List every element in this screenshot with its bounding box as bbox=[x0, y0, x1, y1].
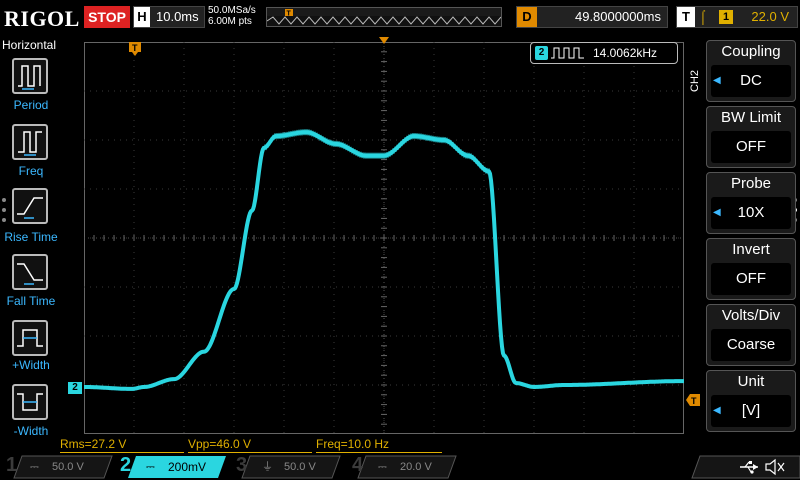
coupling-value[interactable]: ◀ DC bbox=[711, 65, 791, 97]
ch1-scale[interactable]: 50.0 V bbox=[52, 456, 84, 478]
unit-menu[interactable]: Unit ◀ [V] bbox=[706, 370, 796, 432]
speaker-muted-icon[interactable] bbox=[764, 457, 786, 477]
ch3-coupling-icon: ⏚ bbox=[262, 461, 273, 473]
measurement-vpp[interactable]: Vpp=46.0 V bbox=[188, 436, 312, 453]
ch2-scale[interactable]: 200mV bbox=[168, 456, 206, 478]
volts-div-value[interactable]: Coarse bbox=[711, 329, 791, 361]
measurement-bar: Rms=27.2 V Vpp=46.0 V Freq=10.0 Hz bbox=[60, 436, 444, 453]
fall-time-icon bbox=[17, 263, 43, 285]
measurement-freq[interactable]: Freq=10.0 Hz bbox=[316, 436, 442, 453]
ch2-ground-marker[interactable]: 2 bbox=[68, 382, 82, 394]
graticule bbox=[84, 42, 684, 434]
ch3-number[interactable]: 3 bbox=[236, 454, 247, 476]
coupling-menu[interactable]: Coupling ◀ DC bbox=[706, 40, 796, 102]
rise-time-button[interactable] bbox=[12, 188, 48, 224]
chevron-left-icon: ◀ bbox=[713, 405, 721, 416]
period-icon bbox=[18, 65, 41, 90]
channel-status-bar: 1 ⎓ 50.0 V 2 ⎓ 200mV 3 ⏚ 50.0 V 4 ⎓ 20.0… bbox=[0, 454, 800, 480]
menu-page-dots-left bbox=[2, 198, 6, 222]
memory-depth: 6.00M pts bbox=[208, 16, 252, 27]
menu-channel-tag: CH2 bbox=[689, 69, 701, 92]
trigger-type-label: T bbox=[677, 7, 695, 27]
measure-menu-title: Horizontal bbox=[2, 38, 57, 52]
frequency-counter: 2 14.0062kHz bbox=[530, 42, 678, 64]
counter-channel: 2 bbox=[535, 46, 548, 60]
measurement-rms[interactable]: Rms=27.2 V bbox=[60, 436, 184, 453]
svg-text:T: T bbox=[691, 396, 697, 406]
trigger-level: 22.0 V bbox=[751, 9, 789, 24]
trigger-source: 1 bbox=[719, 10, 733, 24]
ch2-number[interactable]: 2 bbox=[120, 454, 131, 476]
probe-value-text: 10X bbox=[737, 204, 765, 221]
ch2-coupling-icon: ⎓ bbox=[146, 461, 155, 473]
waveform-display[interactable] bbox=[84, 42, 684, 434]
center-marker-icon bbox=[379, 37, 389, 44]
neg-width-icon bbox=[17, 393, 43, 411]
trigger-time-marker-icon[interactable]: T bbox=[129, 42, 141, 56]
bw-limit-menu[interactable]: BW Limit OFF bbox=[706, 106, 796, 168]
bw-limit-title: BW Limit bbox=[721, 109, 781, 126]
ch3-scale[interactable]: 50.0 V bbox=[284, 456, 316, 478]
square-wave-icon bbox=[551, 47, 584, 59]
svg-text:T: T bbox=[132, 43, 138, 53]
rise-time-icon bbox=[17, 197, 43, 219]
unit-title: Unit bbox=[737, 373, 765, 390]
unit-value-text: [V] bbox=[741, 402, 761, 419]
trigger-info-display[interactable]: T ⌠ 1 22.0 V bbox=[676, 6, 798, 28]
delay-value: 49.8000000ms bbox=[574, 9, 661, 24]
memory-waveform-icon: T bbox=[266, 8, 502, 25]
ch4-number[interactable]: 4 bbox=[352, 454, 363, 476]
coupling-title: Coupling bbox=[721, 43, 781, 60]
rise-time-label: Rise Time bbox=[4, 230, 58, 244]
volts-div-title: Volts/Div bbox=[721, 307, 781, 324]
pos-width-icon bbox=[17, 329, 43, 347]
fall-time-button[interactable] bbox=[12, 254, 48, 290]
memory-overview-strip[interactable]: T bbox=[266, 7, 502, 27]
bw-limit-value[interactable]: OFF bbox=[711, 131, 791, 163]
invert-menu[interactable]: Invert OFF bbox=[706, 238, 796, 300]
period-label: Period bbox=[13, 98, 49, 112]
volts-div-menu[interactable]: Volts/Div Coarse bbox=[706, 304, 796, 366]
counter-value: 14.0062kHz bbox=[593, 46, 658, 60]
freq-icon bbox=[18, 131, 42, 156]
trigger-level-marker-icon[interactable]: T bbox=[686, 394, 700, 406]
ch4-coupling-icon: ⎓ bbox=[378, 461, 387, 473]
probe-title: Probe bbox=[730, 175, 772, 192]
acquisition-info: 50.0MSa/s 6.00M pts bbox=[208, 5, 256, 27]
usb-icon bbox=[740, 461, 758, 474]
chevron-left-icon: ◀ bbox=[713, 207, 721, 218]
probe-menu[interactable]: Probe ◀ 10X bbox=[706, 172, 796, 234]
delay-label: D bbox=[517, 7, 537, 27]
freq-button[interactable] bbox=[12, 124, 48, 160]
ch1-number[interactable]: 1 bbox=[6, 454, 17, 476]
unit-value[interactable]: ◀ [V] bbox=[711, 395, 791, 427]
timebase-label: H bbox=[134, 7, 150, 27]
invert-value[interactable]: OFF bbox=[711, 263, 791, 295]
sample-rate: 50.0MSa/s bbox=[208, 5, 256, 16]
invert-title: Invert bbox=[732, 241, 770, 258]
timebase-value: 10.0ms bbox=[156, 9, 199, 24]
bw-limit-value-text: OFF bbox=[736, 138, 766, 155]
trigger-delay-display[interactable]: D 49.8000000ms bbox=[516, 6, 668, 28]
fall-time-label: Fall Time bbox=[6, 294, 56, 308]
rising-edge-icon: ⌠ bbox=[699, 9, 707, 24]
coupling-value-text: DC bbox=[740, 72, 762, 89]
timebase-display[interactable]: H 10.0ms bbox=[133, 6, 205, 28]
neg-width-button[interactable] bbox=[12, 384, 48, 420]
freq-label: Freq bbox=[18, 164, 44, 178]
chevron-left-icon: ◀ bbox=[713, 75, 721, 86]
pos-width-button[interactable] bbox=[12, 320, 48, 356]
neg-width-label: -Width bbox=[13, 424, 49, 438]
run-stop-button[interactable]: STOP bbox=[84, 6, 130, 28]
brand-logo: RIGOL bbox=[4, 6, 80, 31]
probe-value[interactable]: ◀ 10X bbox=[711, 197, 791, 229]
ch4-scale[interactable]: 20.0 V bbox=[400, 456, 432, 478]
period-button[interactable] bbox=[12, 58, 48, 94]
pos-width-label: +Width bbox=[12, 358, 50, 372]
volts-div-value-text: Coarse bbox=[726, 336, 776, 353]
invert-value-text: OFF bbox=[736, 270, 766, 287]
ch1-coupling-icon: ⎓ bbox=[30, 461, 39, 473]
svg-text:T: T bbox=[287, 11, 292, 18]
